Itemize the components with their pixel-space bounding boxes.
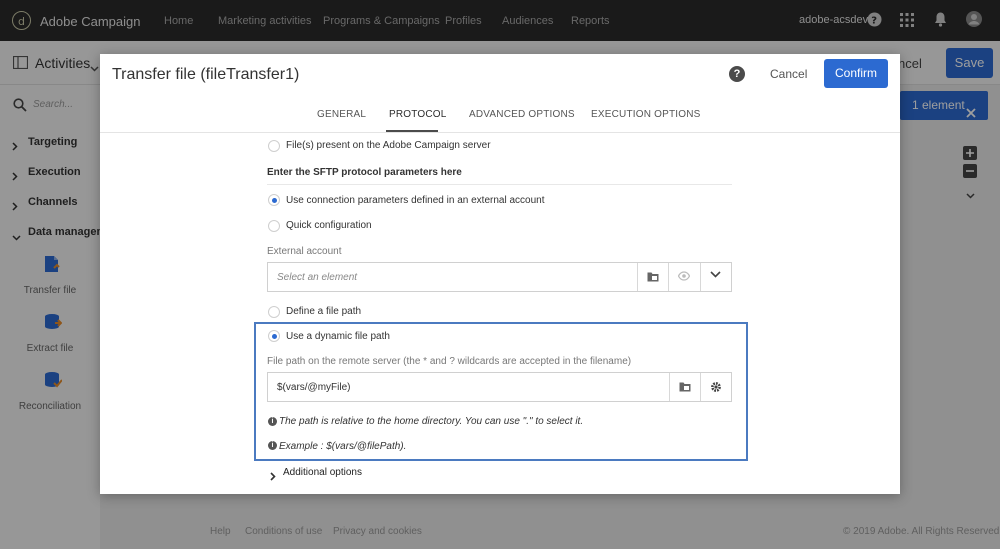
active-tab-indicator [386, 130, 438, 132]
folder-browse-button[interactable] [637, 263, 668, 291]
label-files-present: File(s) present on the Adobe Campaign se… [286, 140, 491, 151]
transfer-file-dialog: Transfer file (fileTransfer1) ? Cancel C… [100, 54, 900, 494]
remote-path-value: $(vars/@myFile) [277, 382, 351, 393]
chevron-right-icon[interactable] [270, 468, 276, 486]
radio-quick-configuration[interactable] [268, 220, 280, 232]
radio-use-connection-parameters[interactable] [268, 194, 280, 206]
gear-icon[interactable] [700, 373, 733, 401]
info-icon: i [268, 417, 277, 426]
label-use-connection-parameters: Use connection parameters defined in an … [286, 195, 545, 206]
folder-browse-button[interactable] [669, 373, 700, 401]
label-dynamic-file-path: Use a dynamic file path [286, 331, 390, 342]
tab-execution-options[interactable]: EXECUTION OPTIONS [591, 109, 701, 120]
radio-define-file-path[interactable] [268, 306, 280, 318]
remote-path-label: File path on the remote server (the * an… [267, 356, 632, 367]
radio-files-present[interactable] [268, 140, 280, 152]
help-icon[interactable]: ? [729, 66, 745, 82]
info-example: Example : $(vars/@filePath). [279, 441, 407, 452]
external-account-label: External account [267, 246, 342, 257]
radio-dynamic-file-path[interactable] [268, 330, 280, 342]
divider [267, 184, 732, 185]
sftp-parameters-heading: Enter the SFTP protocol parameters here [267, 167, 462, 178]
dialog-cancel-button[interactable]: Cancel [770, 67, 807, 81]
info-icon: i [268, 441, 277, 450]
remote-path-input[interactable]: $(vars/@myFile) [267, 372, 732, 402]
dropdown-chevron-button[interactable] [700, 263, 733, 291]
dialog-confirm-button[interactable]: Confirm [824, 59, 888, 88]
info-relative-path: The path is relative to the home directo… [279, 416, 584, 427]
dialog-title: Transfer file (fileTransfer1) [112, 66, 300, 83]
view-eye-button[interactable] [668, 263, 699, 291]
tab-advanced-options[interactable]: ADVANCED OPTIONS [469, 109, 575, 120]
external-account-select[interactable]: Select an element [267, 262, 732, 292]
additional-options-toggle[interactable]: Additional options [283, 467, 362, 478]
label-define-file-path: Define a file path [286, 306, 362, 317]
external-account-placeholder: Select an element [277, 272, 358, 283]
label-quick-configuration: Quick configuration [286, 220, 372, 231]
tab-general[interactable]: GENERAL [317, 109, 366, 120]
tab-protocol[interactable]: PROTOCOL [389, 109, 447, 120]
dialog-tabs: GENERAL PROTOCOL ADVANCED OPTIONS EXECUT… [100, 94, 900, 133]
